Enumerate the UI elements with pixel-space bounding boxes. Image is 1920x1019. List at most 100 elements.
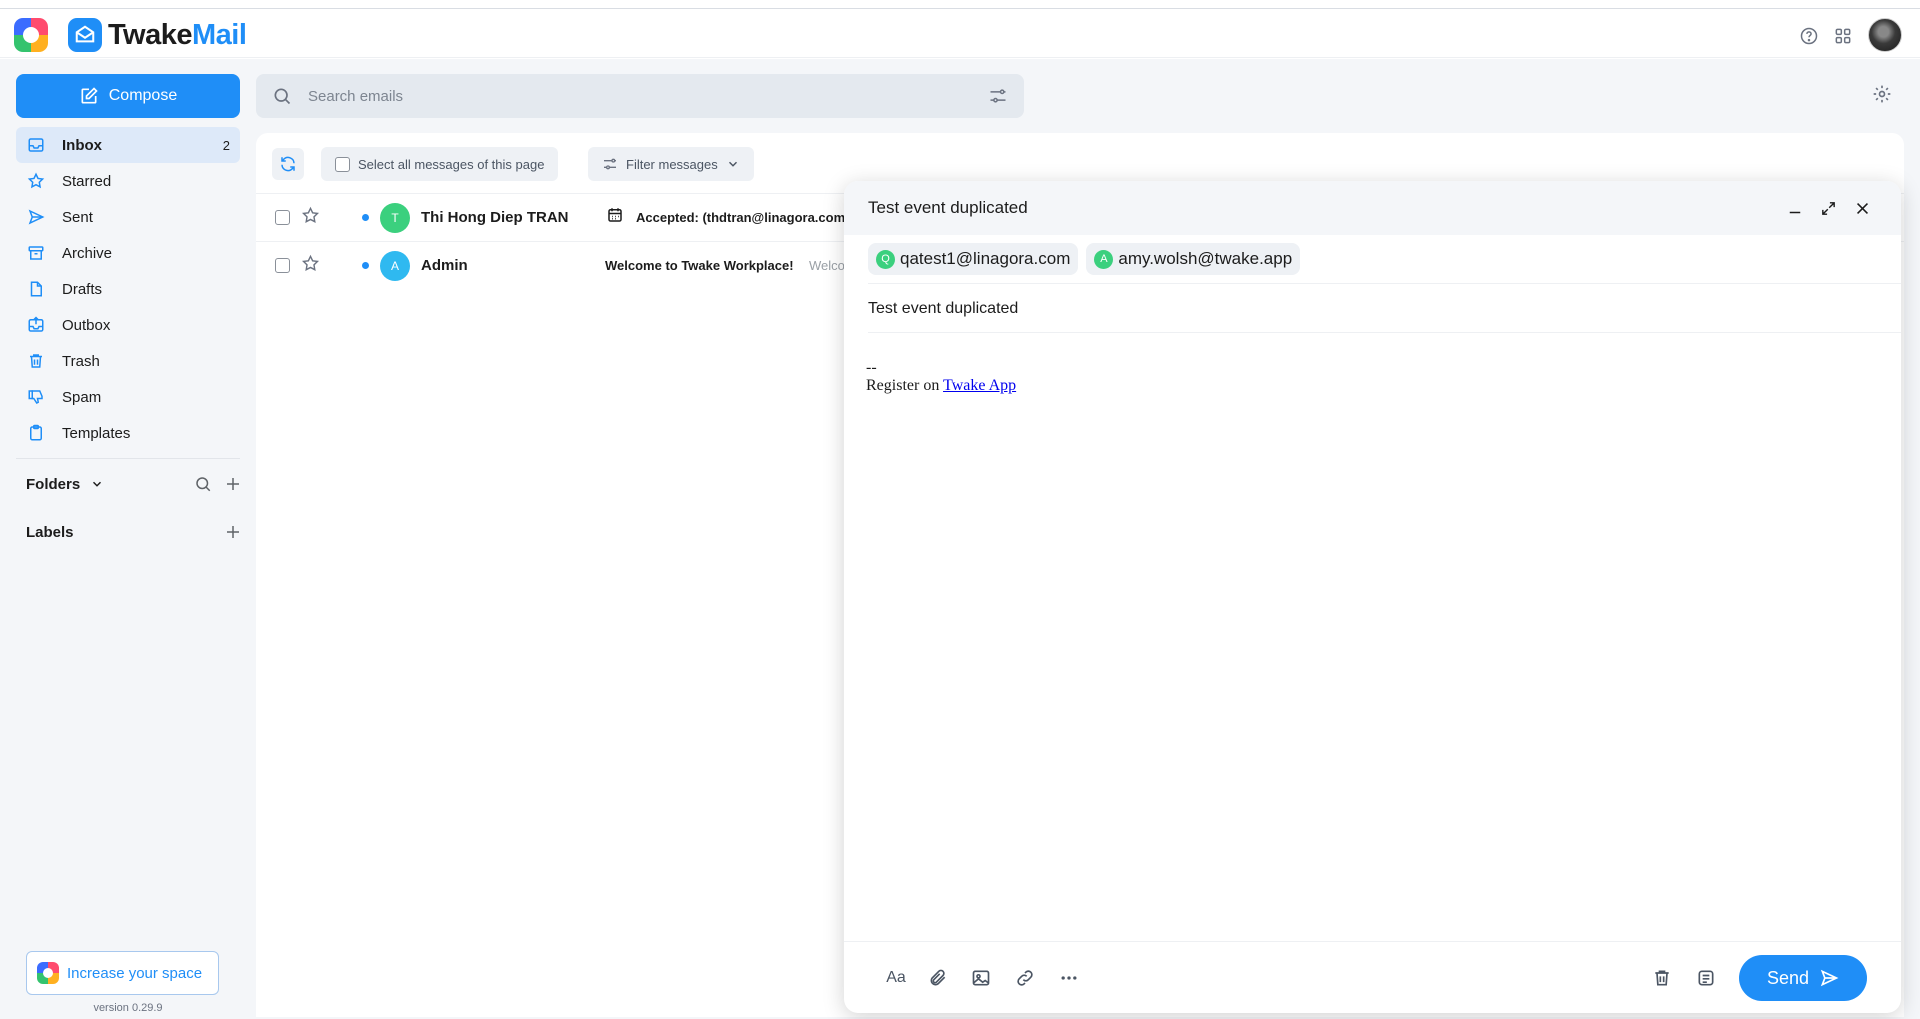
unread-count: 2 xyxy=(222,137,230,153)
recipient-email: amy.wolsh@twake.app xyxy=(1118,249,1293,268)
sidebar-item-archive[interactable]: Archive xyxy=(16,235,240,271)
sidebar-item-label: Inbox xyxy=(62,136,102,154)
sidebar-item-spam[interactable]: Spam xyxy=(16,379,240,415)
search-input[interactable]: Search emails xyxy=(256,74,1024,118)
subject-field[interactable]: Test event duplicated xyxy=(868,300,1018,318)
folders-heading: Folders xyxy=(26,475,81,493)
row-checkbox[interactable] xyxy=(275,210,290,225)
user-avatar[interactable] xyxy=(1868,18,1902,52)
select-all-button[interactable]: Select all messages of this page xyxy=(321,147,559,181)
filter-messages-label: Filter messages xyxy=(626,156,718,172)
sidebar-item-trash[interactable]: Trash xyxy=(16,343,240,379)
star-icon xyxy=(26,171,46,191)
send-label: Send xyxy=(1766,967,1810,988)
signature-line: Register on Twake App xyxy=(866,377,1016,395)
filter-icon xyxy=(602,156,618,172)
chevron-down-icon xyxy=(726,157,740,171)
settings-gear-icon[interactable] xyxy=(1872,84,1892,109)
twake-workplace-logo-icon[interactable] xyxy=(14,18,48,52)
unread-dot xyxy=(362,214,369,221)
more-options-icon[interactable] xyxy=(1057,966,1081,990)
templates-icon xyxy=(26,423,46,443)
spam-icon xyxy=(26,387,46,407)
refresh-button[interactable] xyxy=(272,148,304,180)
twake-logo-icon xyxy=(37,962,59,984)
sidebar-item-label: Drafts xyxy=(62,280,103,298)
sidebar-item-label: Outbox xyxy=(62,316,111,334)
search-icon xyxy=(272,86,292,106)
sidebar-item-label: Trash xyxy=(62,352,100,370)
increase-space-button[interactable]: Increase your space xyxy=(26,951,219,995)
send-button[interactable]: Send xyxy=(1739,955,1867,1001)
recipient-chip[interactable]: A amy.wolsh@twake.app xyxy=(1086,243,1301,275)
search-folders-icon[interactable] xyxy=(192,473,214,495)
recipient-chip[interactable]: Q qatest1@linagora.com xyxy=(868,243,1079,275)
help-icon[interactable] xyxy=(1797,24,1821,48)
star-icon[interactable] xyxy=(301,254,320,278)
mailbox-nav: Inbox 2 Starred Sent Archive Drafts Outb… xyxy=(16,127,240,451)
sender-name: Thi Hong Diep TRAN xyxy=(421,209,569,226)
sidebar-item-label: Archive xyxy=(62,244,113,262)
minimize-icon[interactable] xyxy=(1784,197,1806,219)
add-folder-icon[interactable] xyxy=(222,473,244,495)
message-body[interactable]: -- Register on Twake App xyxy=(866,359,1016,395)
email-subject: Welcome to Twake Workplace! xyxy=(605,258,794,273)
insert-link-icon[interactable] xyxy=(1013,966,1037,990)
sidebar-item-sent[interactable]: Sent xyxy=(16,199,240,235)
send-icon xyxy=(26,207,46,227)
unread-dot xyxy=(362,262,369,269)
compose-button[interactable]: Compose xyxy=(16,74,240,118)
composer-toolbar: Aa Send xyxy=(844,941,1901,1013)
app-version: version 0.29.9 xyxy=(93,1002,163,1014)
search-filter-icon[interactable] xyxy=(988,86,1008,111)
sidebar-item-drafts[interactable]: Drafts xyxy=(16,271,240,307)
composer-header: Test event duplicated xyxy=(844,181,1901,235)
recipients-field[interactable]: Q qatest1@linagora.com A amy.wolsh@twake… xyxy=(868,243,1301,275)
text-format-button[interactable]: Aa xyxy=(882,966,910,990)
send-icon xyxy=(1819,968,1839,988)
app-header: TwakeMail xyxy=(0,10,1920,58)
delete-draft-icon[interactable] xyxy=(1650,966,1674,990)
outbox-icon xyxy=(26,315,46,335)
composer-divider xyxy=(868,332,1901,333)
brand-logo[interactable]: TwakeMail xyxy=(68,17,247,53)
sender-name: Admin xyxy=(421,257,468,274)
chevron-down-icon xyxy=(90,477,104,491)
insert-image-icon[interactable] xyxy=(969,966,993,990)
composer-divider xyxy=(868,283,1901,284)
add-label-icon[interactable] xyxy=(222,521,244,543)
sidebar-item-starred[interactable]: Starred xyxy=(16,163,240,199)
sidebar: Compose Inbox 2 Starred Sent Archive Dra… xyxy=(0,59,256,1019)
signature-text: Register on xyxy=(866,377,944,394)
calendar-icon xyxy=(606,206,624,229)
attach-icon[interactable] xyxy=(926,966,950,990)
window-top-border xyxy=(0,0,1920,9)
signature-link[interactable]: Twake App xyxy=(943,377,1016,394)
filter-messages-button[interactable]: Filter messages xyxy=(588,147,754,181)
apps-grid-icon[interactable] xyxy=(1831,24,1855,48)
sender-avatar: T xyxy=(380,202,410,233)
inbox-icon xyxy=(26,135,46,155)
star-icon[interactable] xyxy=(301,206,320,230)
draft-icon xyxy=(26,279,46,299)
sidebar-item-outbox[interactable]: Outbox xyxy=(16,307,240,343)
sidebar-divider xyxy=(16,458,240,459)
sidebar-item-templates[interactable]: Templates xyxy=(16,415,240,451)
email-subject: Accepted: (thdtran@linagora.com xyxy=(636,210,846,225)
compose-label: Compose xyxy=(108,87,178,104)
brand-name: TwakeMail xyxy=(108,19,247,52)
refresh-icon xyxy=(281,156,295,172)
sidebar-item-label: Spam xyxy=(62,388,102,406)
mail-logo-icon xyxy=(68,18,102,52)
select-all-label: Select all messages of this page xyxy=(358,156,545,172)
close-icon[interactable] xyxy=(1851,197,1873,219)
templates-icon[interactable] xyxy=(1694,966,1718,990)
select-all-checkbox[interactable] xyxy=(335,156,350,172)
signature-separator: -- xyxy=(866,359,877,376)
sidebar-item-inbox[interactable]: Inbox 2 xyxy=(16,127,240,163)
labels-heading: Labels xyxy=(26,523,74,541)
folders-toggle[interactable]: Folders xyxy=(26,472,104,496)
row-checkbox[interactable] xyxy=(275,258,290,273)
expand-icon[interactable] xyxy=(1817,197,1839,219)
increase-space-label: Increase your space xyxy=(67,964,203,982)
